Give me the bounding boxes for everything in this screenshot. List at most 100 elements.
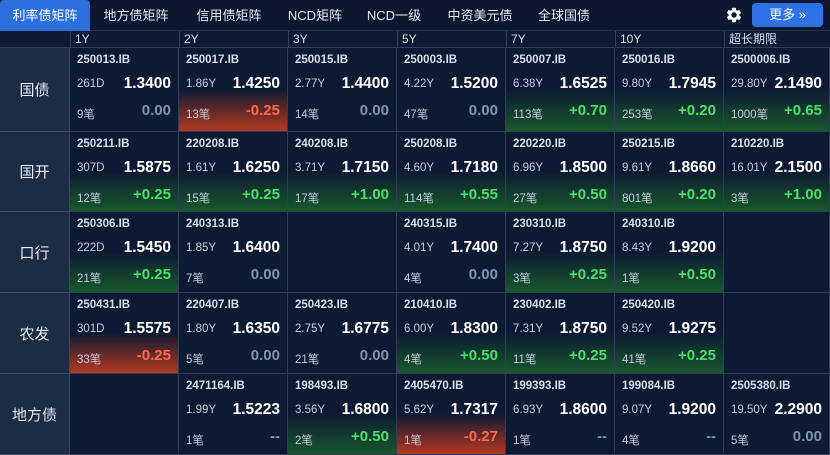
- cell-change: -0.27: [463, 428, 498, 445]
- tab-global-treasury[interactable]: 全球国债: [528, 0, 600, 31]
- matrix-cell[interactable]: 2405470.IB 5.62Y 1.7317 1笔 -0.27: [397, 374, 506, 455]
- matrix-cell[interactable]: 198493.IB 3.56Y 1.6800 2笔 +0.50: [288, 374, 397, 455]
- tab-ncd-primary[interactable]: NCD一级: [358, 0, 430, 31]
- cell-trade-count: 14笔: [295, 109, 320, 121]
- cell-yield: 1.6400: [232, 239, 280, 256]
- row-label-cdb: 国开: [0, 132, 70, 212]
- matrix-cell[interactable]: 220220.IB 6.96Y 1.8500 27笔 +0.50: [506, 132, 615, 212]
- matrix-cell[interactable]: 2471164.IB 1.99Y 1.5223 1笔 --: [179, 374, 288, 455]
- column-header-ultra-long: 超长期限: [724, 31, 830, 48]
- cell-tenor: 9.61Y: [622, 162, 653, 174]
- cell-change: +0.25: [569, 266, 607, 283]
- cell-trade-count: 27笔: [513, 193, 538, 205]
- matrix-cell[interactable]: 250215.IB 9.61Y 1.8660 801笔 +0.20: [615, 132, 724, 212]
- cell-tenor: 2.75Y: [295, 323, 326, 335]
- row-label-local-gov: 地方债: [0, 374, 70, 455]
- matrix-cell[interactable]: 2505380.IB 19.50Y 2.2900 5笔 0.00: [724, 374, 830, 455]
- matrix-cell[interactable]: 250017.IB 1.86Y 1.4250 13笔 -0.25: [179, 48, 288, 132]
- matrix-cell[interactable]: 210410.IB 6.00Y 1.8300 4笔 +0.50: [397, 293, 506, 374]
- tab-rate-bond-matrix[interactable]: 利率债矩阵: [0, 0, 90, 31]
- cell-tenor: 4.60Y: [404, 162, 435, 174]
- matrix-cell[interactable]: 250211.IB 307D 1.5875 12笔 +0.25: [70, 132, 179, 212]
- cell-trade-count: 4笔: [404, 273, 422, 285]
- cell-code: 199393.IB: [513, 380, 567, 392]
- cell-change: +0.20: [678, 186, 716, 203]
- cell-yield: 1.5200: [450, 75, 498, 92]
- cell-trade-count: 4笔: [622, 435, 640, 447]
- cell-change: +0.25: [569, 347, 607, 364]
- cell-tenor: 1.61Y: [186, 162, 217, 174]
- cell-tenor: 8.43Y: [622, 242, 653, 254]
- cell-yield: 1.5575: [123, 320, 171, 337]
- matrix-cell[interactable]: 250423.IB 2.75Y 1.6775 21笔 0.00: [288, 293, 397, 374]
- matrix-cell[interactable]: 240315.IB 4.01Y 1.7400 4笔 0.00: [397, 212, 506, 293]
- row-label-exim: 口行: [0, 212, 70, 293]
- matrix-cell[interactable]: 230402.IB 7.31Y 1.8750 11笔 +0.25: [506, 293, 615, 374]
- cell-yield: 1.4250: [232, 75, 280, 92]
- cell-change: +0.70: [569, 102, 607, 119]
- matrix-cell[interactable]: 250015.IB 2.77Y 1.4400 14笔 0.00: [288, 48, 397, 132]
- matrix-cell[interactable]: 240310.IB 8.43Y 1.9200 1笔 +0.50: [615, 212, 724, 293]
- cell-yield: 2.1500: [774, 159, 822, 176]
- matrix-cell[interactable]: 250003.IB 4.22Y 1.5200 47笔 0.00: [397, 48, 506, 132]
- matrix-cell[interactable]: 250013.IB 261D 1.3400 9笔 0.00: [70, 48, 179, 132]
- cell-change: -0.25: [136, 347, 171, 364]
- cell-code: 230402.IB: [513, 299, 567, 311]
- cell-trade-count: 5笔: [186, 354, 204, 366]
- cell-code: 240208.IB: [295, 138, 349, 150]
- gear-icon[interactable]: [725, 6, 743, 24]
- cell-change: 0.00: [792, 428, 822, 445]
- cell-yield: 1.9275: [668, 320, 716, 337]
- cell-tenor: 2.77Y: [295, 78, 326, 90]
- matrix-cell[interactable]: 199393.IB 6.93Y 1.8600 1笔 --: [506, 374, 615, 455]
- tab-chinese-usd-bond[interactable]: 中资美元债: [437, 0, 523, 31]
- cell-change: --: [270, 428, 280, 445]
- cell-yield: 1.8750: [559, 320, 607, 337]
- cell-change: 0.00: [250, 266, 280, 283]
- cell-change: +0.25: [242, 186, 280, 203]
- cell-yield: 1.8500: [559, 159, 607, 176]
- tab-credit-bond-matrix[interactable]: 信用债矩阵: [186, 0, 272, 31]
- matrix-cell[interactable]: 240313.IB 1.85Y 1.6400 7笔 0.00: [179, 212, 288, 293]
- matrix-cell-empty: [288, 212, 397, 293]
- column-header-3y: 3Y: [288, 31, 397, 48]
- matrix-cell[interactable]: 230310.IB 7.27Y 1.8750 3笔 +0.25: [506, 212, 615, 293]
- tab-local-bond-matrix[interactable]: 地方债矩阵: [93, 0, 179, 31]
- cell-tenor: 9.07Y: [622, 404, 653, 416]
- cell-code: 250208.IB: [404, 138, 458, 150]
- matrix-cell-empty: [724, 212, 830, 293]
- matrix-cell[interactable]: 220407.IB 1.80Y 1.6350 5笔 0.00: [179, 293, 288, 374]
- matrix-cell[interactable]: 240208.IB 3.71Y 1.7150 17笔 +1.00: [288, 132, 397, 212]
- matrix-cell[interactable]: 210220.IB 16.01Y 2.1500 3笔 +1.00: [724, 132, 830, 212]
- cell-yield: 1.6800: [341, 401, 389, 418]
- cell-trade-count: 1笔: [186, 435, 204, 447]
- matrix-cell[interactable]: 250007.IB 6.38Y 1.6525 113笔 +0.70: [506, 48, 615, 132]
- cell-change: +1.00: [351, 186, 389, 203]
- matrix-cell[interactable]: 250208.IB 4.60Y 1.7180 114笔 +0.55: [397, 132, 506, 212]
- matrix-cell[interactable]: 2500006.IB 29.80Y 2.1490 1000笔 +0.65: [724, 48, 830, 132]
- matrix-cell[interactable]: 250420.IB 9.52Y 1.9275 41笔 +0.25: [615, 293, 724, 374]
- matrix-cell[interactable]: 250016.IB 9.80Y 1.7945 253笔 +0.20: [615, 48, 724, 132]
- cell-change: --: [706, 428, 716, 445]
- header-corner: [0, 31, 70, 48]
- matrix-cell[interactable]: 250306.IB 222D 1.5450 21笔 +0.25: [70, 212, 179, 293]
- cell-tenor: 1.86Y: [186, 78, 217, 90]
- cell-code: 250003.IB: [404, 54, 458, 66]
- cell-trade-count: 1笔: [404, 435, 422, 447]
- cell-yield: 1.8300: [450, 320, 498, 337]
- cell-change: +0.50: [460, 347, 498, 364]
- cell-trade-count: 114笔: [404, 193, 434, 205]
- more-button[interactable]: 更多 »: [752, 3, 823, 27]
- cell-code: 220208.IB: [186, 138, 240, 150]
- cell-tenor: 3.56Y: [295, 404, 326, 416]
- matrix-cell[interactable]: 199084.IB 9.07Y 1.9200 4笔 --: [615, 374, 724, 455]
- column-header-2y: 2Y: [179, 31, 288, 48]
- cell-yield: 1.7945: [668, 75, 716, 92]
- cell-change: +1.00: [784, 186, 822, 203]
- cell-change: 0.00: [468, 102, 498, 119]
- matrix-cell[interactable]: 250431.IB 301D 1.5575 33笔 -0.25: [70, 293, 179, 374]
- matrix-cell[interactable]: 220208.IB 1.61Y 1.6250 15笔 +0.25: [179, 132, 288, 212]
- cell-tenor: 261D: [77, 78, 105, 90]
- column-header-1y: 1Y: [70, 31, 179, 48]
- tab-ncd-matrix[interactable]: NCD矩阵: [279, 0, 351, 31]
